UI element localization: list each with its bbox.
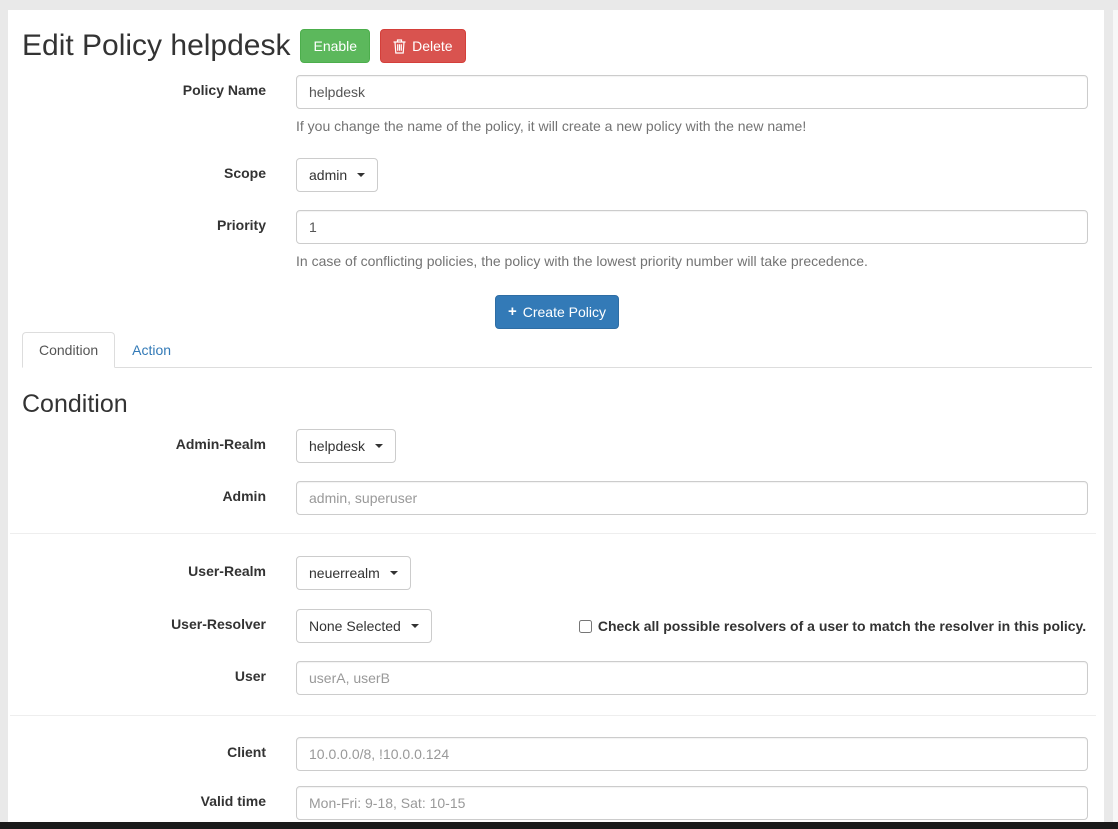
policy-name-label: Policy Name [182, 82, 266, 98]
section-divider [10, 715, 1096, 716]
delete-button-label: Delete [412, 38, 453, 54]
create-policy-button[interactable]: + Create Policy [494, 295, 620, 329]
page: Edit Policy helpdesk Enable Delete Polic… [0, 0, 1118, 829]
tab-action[interactable]: Action [115, 332, 188, 368]
right-margin-strip [1113, 10, 1118, 822]
user-realm-label: User-Realm [188, 563, 266, 579]
scope-label: Scope [223, 165, 266, 181]
user-resolver-label: User-Resolver [171, 616, 266, 632]
client-input[interactable] [296, 737, 1088, 771]
admin-realm-label: Admin-Realm [175, 436, 266, 452]
caret-down-icon [389, 571, 398, 575]
condition-heading: Condition [22, 390, 128, 418]
user-resolver-dropdown-value: None Selected [309, 618, 401, 634]
check-all-resolvers-label: Check all possible resolvers of a user t… [597, 618, 1087, 634]
user-realm-dropdown[interactable]: neuerrealm [296, 556, 411, 590]
plus-icon: + [507, 303, 517, 320]
create-policy-button-label: Create Policy [522, 304, 607, 320]
trash-icon [393, 38, 406, 54]
check-all-resolvers-checkbox[interactable] [578, 619, 592, 633]
scope-dropdown-value: admin [309, 167, 348, 183]
admin-input[interactable] [296, 481, 1088, 515]
admin-label: Admin [222, 488, 266, 504]
policy-name-input[interactable] [296, 75, 1088, 109]
delete-button[interactable]: Delete [380, 29, 466, 63]
admin-realm-dropdown[interactable]: helpdesk [296, 429, 397, 463]
user-resolver-dropdown[interactable]: None Selected [296, 609, 432, 643]
user-realm-dropdown-value: neuerrealm [309, 565, 380, 581]
priority-input[interactable] [296, 210, 1088, 244]
user-label: User [234, 668, 266, 684]
page-title: Edit Policy helpdesk Enable Delete [22, 29, 1092, 63]
valid-time-input[interactable] [296, 786, 1088, 820]
page-title-text: Edit Policy helpdesk [22, 29, 291, 62]
client-label: Client [227, 744, 266, 760]
enable-button[interactable]: Enable [300, 29, 371, 63]
policy-name-help: If you change the name of the policy, it… [296, 118, 807, 134]
user-input[interactable] [296, 661, 1088, 695]
caret-down-icon [410, 624, 419, 628]
section-divider [10, 533, 1096, 534]
enable-button-label: Enable [313, 38, 358, 54]
priority-label: Priority [216, 217, 266, 233]
caret-down-icon [375, 444, 384, 448]
bottom-bar [0, 822, 1118, 829]
caret-down-icon [357, 173, 366, 177]
valid-time-label: Valid time [200, 793, 266, 809]
admin-realm-dropdown-value: helpdesk [309, 438, 366, 454]
content-panel: Edit Policy helpdesk Enable Delete Polic… [8, 10, 1104, 822]
tab-condition[interactable]: Condition [22, 332, 116, 368]
policy-tabs: Condition Action [22, 332, 1092, 368]
priority-help: In case of conflicting policies, the pol… [296, 253, 868, 269]
scope-dropdown[interactable]: admin [296, 158, 379, 192]
